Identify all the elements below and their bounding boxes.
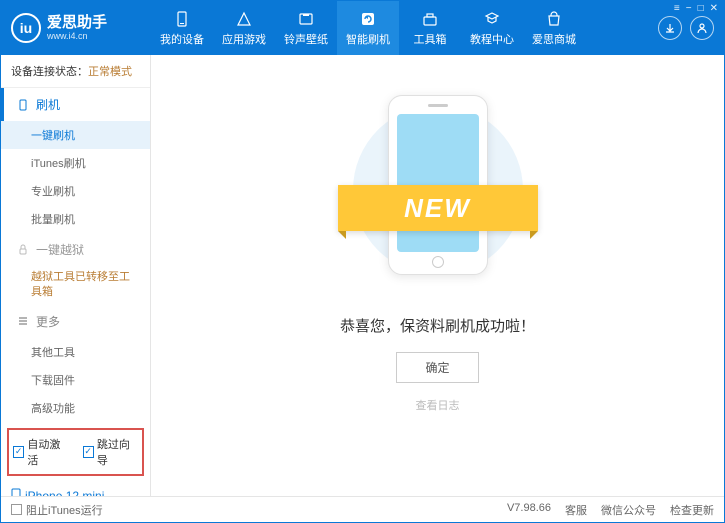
device-status: 设备连接状态：正常模式 [1, 55, 150, 88]
phone-speaker-icon [428, 104, 448, 107]
status-label: 设备连接状态： [11, 66, 88, 78]
apps-icon [235, 10, 253, 28]
header: ≡ − □ ✕ iu 爱思助手 www.i4.cn 我的设备 应用游戏 铃声壁纸 [1, 1, 724, 55]
phone-home-icon [432, 256, 444, 268]
wallpaper-icon [297, 10, 315, 28]
sidebar-item-download-firmware[interactable]: 下载固件 [1, 366, 150, 394]
ok-button[interactable]: 确定 [396, 352, 478, 383]
maximize-icon[interactable]: □ [698, 3, 704, 14]
view-log-link[interactable]: 查看日志 [416, 397, 460, 413]
checkbox-auto-activate[interactable]: ✓ 自动激活 [13, 436, 69, 468]
nav-toolbox[interactable]: 工具箱 [399, 1, 461, 55]
status-mode: 正常模式 [88, 66, 132, 78]
nav-ringtones[interactable]: 铃声壁纸 [275, 1, 337, 55]
checkbox-icon [11, 504, 22, 515]
phone-icon [16, 98, 30, 112]
options-highlight-box: ✓ 自动激活 ✓ 跳过向导 [7, 428, 144, 476]
app-window: ≡ − □ ✕ iu 爱思助手 www.i4.cn 我的设备 应用游戏 铃声壁纸 [0, 0, 725, 523]
nav-label: 教程中心 [470, 31, 514, 47]
nav-label: 工具箱 [414, 31, 447, 47]
group-title: 更多 [36, 313, 60, 330]
menu-icon [16, 314, 30, 328]
minimize-icon[interactable]: − [686, 3, 692, 14]
settings-icon[interactable]: ≡ [674, 3, 680, 14]
download-icon[interactable] [658, 16, 682, 40]
check-update-link[interactable]: 检查更新 [670, 502, 714, 518]
sidebar-item-other-tools[interactable]: 其他工具 [1, 338, 150, 366]
jailbreak-note: 越狱工具已转移至工具箱 [1, 266, 150, 305]
top-nav: 我的设备 应用游戏 铃声壁纸 智能刷机 工具箱 教程中心 [151, 1, 648, 55]
nav-label: 爱思商城 [532, 31, 576, 47]
flash-icon [359, 10, 377, 28]
checkbox-label: 阻止iTunes运行 [26, 502, 103, 518]
nav-store[interactable]: 爱思商城 [523, 1, 585, 55]
nav-label: 我的设备 [160, 31, 204, 47]
footer: 阻止iTunes运行 V7.98.66 客服 微信公众号 检查更新 [1, 496, 724, 522]
sidebar: 设备连接状态：正常模式 刷机 一键刷机 iTunes刷机 专业刷机 批量刷机 一… [1, 55, 151, 496]
checkmark-icon: ✓ [83, 446, 94, 458]
footer-right: V7.98.66 客服 微信公众号 检查更新 [507, 502, 714, 518]
phone-icon [11, 488, 21, 496]
checkmark-icon: ✓ [13, 446, 24, 458]
toolbox-icon [421, 10, 439, 28]
checkbox-label: 跳过向导 [97, 436, 138, 468]
device-icon [173, 10, 191, 28]
user-icon[interactable] [690, 16, 714, 40]
nav-my-device[interactable]: 我的设备 [151, 1, 213, 55]
nav-label: 应用游戏 [222, 31, 266, 47]
nav-apps-games[interactable]: 应用游戏 [213, 1, 275, 55]
sidebar-item-batch-flash[interactable]: 批量刷机 [1, 205, 150, 233]
sidebar-item-oneclick-flash[interactable]: 一键刷机 [1, 121, 150, 149]
sidebar-item-itunes-flash[interactable]: iTunes刷机 [1, 149, 150, 177]
sidebar-item-pro-flash[interactable]: 专业刷机 [1, 177, 150, 205]
main-content: NEW 恭喜您，保资料刷机成功啦！ 确定 查看日志 [151, 55, 724, 496]
sidebar-group-more[interactable]: 更多 [1, 305, 150, 338]
checkbox-skip-guide[interactable]: ✓ 跳过向导 [83, 436, 139, 468]
wechat-link[interactable]: 微信公众号 [601, 502, 656, 518]
sidebar-item-advanced[interactable]: 高级功能 [1, 394, 150, 422]
phone-screen-icon [397, 114, 479, 252]
logo-block: iu 爱思助手 www.i4.cn [1, 1, 151, 55]
close-icon[interactable]: ✕ [710, 3, 718, 14]
checkbox-block-itunes[interactable]: 阻止iTunes运行 [11, 502, 103, 518]
version-label: V7.98.66 [507, 502, 551, 518]
nav-label: 智能刷机 [346, 31, 390, 47]
nav-tutorials[interactable]: 教程中心 [461, 1, 523, 55]
checkbox-label: 自动激活 [27, 436, 68, 468]
device-name: iPhone 12 mini [11, 488, 140, 496]
app-url: www.i4.cn [47, 31, 107, 41]
customer-service-link[interactable]: 客服 [565, 502, 587, 518]
logo-icon: iu [11, 13, 41, 43]
store-icon [545, 10, 563, 28]
tutorial-icon [483, 10, 501, 28]
window-controls: ≡ − □ ✕ [674, 3, 718, 14]
app-title: 爱思助手 [47, 15, 107, 32]
success-message: 恭喜您，保资料刷机成功啦！ [340, 315, 535, 336]
body: 设备连接状态：正常模式 刷机 一键刷机 iTunes刷机 专业刷机 批量刷机 一… [1, 55, 724, 496]
device-info[interactable]: iPhone 12 mini 64GB Down-12mini-13,1 [1, 482, 150, 496]
group-title: 一键越狱 [36, 241, 84, 258]
new-banner: NEW [338, 185, 538, 231]
sidebar-group-flash[interactable]: 刷机 [1, 88, 150, 121]
nav-label: 铃声壁纸 [284, 31, 328, 47]
phone-illustration: NEW [348, 85, 528, 295]
sidebar-group-jailbreak[interactable]: 一键越狱 [1, 233, 150, 266]
nav-smart-flash[interactable]: 智能刷机 [337, 1, 399, 55]
group-title: 刷机 [36, 96, 60, 113]
lock-icon [16, 243, 30, 257]
